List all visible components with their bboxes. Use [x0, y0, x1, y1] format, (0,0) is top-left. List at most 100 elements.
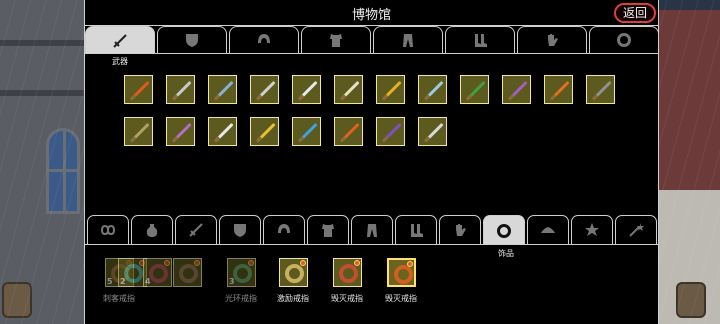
- sword-hilt: [339, 94, 347, 101]
- weapon-slot[interactable]: [376, 117, 405, 146]
- ring-icon: [124, 264, 143, 283]
- glove-icon: [548, 34, 558, 46]
- sword-hilt: [171, 94, 179, 101]
- bottom-tab-shield[interactable]: [219, 215, 261, 244]
- ring-icon: [339, 264, 358, 283]
- tab-shield[interactable]: [157, 26, 227, 53]
- star-icon: [585, 223, 599, 236]
- weapon-slot[interactable]: [418, 75, 447, 104]
- shield-icon: [186, 34, 198, 47]
- ring-label: 光环戒指: [225, 294, 257, 303]
- weapon-slot[interactable]: [334, 117, 363, 146]
- weapon-slot[interactable]: [334, 75, 363, 104]
- ring-icon: [285, 264, 304, 283]
- sword-icon: [113, 33, 127, 48]
- bottom-tab-pants[interactable]: [351, 215, 393, 244]
- ring-icon: [394, 265, 413, 284]
- tab-pants[interactable]: [373, 26, 443, 53]
- ring-count: 5: [107, 277, 113, 286]
- back-button[interactable]: 返回: [614, 3, 656, 23]
- sword-hilt: [255, 136, 263, 143]
- bottom-tab-glove[interactable]: [439, 215, 481, 244]
- ring-slot[interactable]: [173, 258, 202, 287]
- ring-slot[interactable]: [387, 258, 416, 287]
- bottom-tab-wand[interactable]: [615, 215, 657, 244]
- ring-count: 3: [229, 277, 235, 286]
- pants-icon: [403, 34, 413, 47]
- tab-ring[interactable]: [589, 26, 659, 53]
- weapon-slot[interactable]: [208, 75, 237, 104]
- bottom-tab-armor[interactable]: [307, 215, 349, 244]
- bottom-tab-ring[interactable]: [483, 215, 525, 245]
- ring-slot[interactable]: [333, 258, 362, 287]
- ring-label: 毁灭戒指: [331, 294, 363, 303]
- bottom-tab-potion[interactable]: [131, 215, 173, 244]
- sword-hilt: [507, 94, 515, 101]
- weapon-slot[interactable]: [418, 117, 447, 146]
- ring-count: 2: [120, 277, 126, 286]
- weapon-slot[interactable]: [124, 117, 153, 146]
- sword-hilt: [549, 94, 557, 101]
- boots-icon: [475, 34, 487, 47]
- ring-label: 刺客戒指: [103, 294, 135, 303]
- helmet-icon: [278, 224, 290, 233]
- helmet-icon: [258, 34, 270, 43]
- sword-hilt: [297, 136, 305, 143]
- weapon-slot[interactable]: [292, 75, 321, 104]
- weapon-slot[interactable]: [166, 117, 195, 146]
- sword-hilt: [423, 94, 431, 101]
- bottom-tab-helmet[interactable]: [263, 215, 305, 244]
- sword-hilt: [339, 136, 347, 143]
- ring-slot[interactable]: 3: [227, 258, 256, 287]
- tab-armor[interactable]: [301, 26, 371, 53]
- tab-glove[interactable]: [517, 26, 587, 53]
- boots-icon: [411, 224, 423, 237]
- bottom-tab-cloud[interactable]: [527, 215, 569, 244]
- weapon-slot[interactable]: [292, 117, 321, 146]
- ring-icon: [179, 264, 198, 283]
- sword-hilt: [213, 136, 221, 143]
- ring-count: 4: [145, 277, 151, 286]
- infinity-icon: [100, 224, 116, 236]
- museum-title: 博物馆: [351, 8, 391, 23]
- bottom-category-tabs: [85, 215, 658, 245]
- weapon-slot[interactable]: [124, 75, 153, 104]
- sword-hilt: [171, 136, 179, 143]
- sword-hilt: [423, 136, 431, 143]
- sword-hilt: [381, 136, 389, 143]
- tab-divider: [85, 53, 658, 54]
- active-tab-caption: 武器: [112, 57, 128, 66]
- gem-icon: [164, 260, 170, 266]
- bottom-tab-sword[interactable]: [175, 215, 217, 244]
- shield-icon: [234, 224, 246, 237]
- wand-icon: [629, 223, 644, 237]
- weapon-slot[interactable]: [250, 117, 279, 146]
- weapon-slot[interactable]: [460, 75, 489, 104]
- ring-icon: [497, 223, 511, 238]
- gem-icon: [194, 260, 200, 266]
- weapon-slot[interactable]: [250, 75, 279, 104]
- sword-hilt: [591, 94, 599, 101]
- bottom-tab-boots[interactable]: [395, 215, 437, 244]
- bottom-tab-star[interactable]: [571, 215, 613, 244]
- ring-slot[interactable]: 4: [143, 258, 172, 287]
- ring-slot[interactable]: [279, 258, 308, 287]
- potion-icon: [146, 224, 158, 237]
- tab-helmet[interactable]: [229, 26, 299, 53]
- tab-boots[interactable]: [445, 26, 515, 53]
- weapon-slot[interactable]: [502, 75, 531, 104]
- sword-hilt: [129, 136, 137, 143]
- weapon-slot[interactable]: [544, 75, 573, 104]
- tab-sword[interactable]: [85, 26, 155, 54]
- bottom-tab-divider: [85, 244, 658, 245]
- bottom-active-caption: 饰品: [498, 249, 514, 258]
- weapon-slot[interactable]: [586, 75, 615, 104]
- armor-icon: [322, 224, 334, 237]
- weapon-slot[interactable]: [208, 117, 237, 146]
- sword-hilt: [297, 94, 305, 101]
- weapon-slot[interactable]: [376, 75, 405, 104]
- sword-hilt: [255, 94, 263, 101]
- weapon-slot[interactable]: [166, 75, 195, 104]
- ring-icon: [617, 33, 631, 47]
- bottom-tab-infinity[interactable]: [87, 215, 129, 244]
